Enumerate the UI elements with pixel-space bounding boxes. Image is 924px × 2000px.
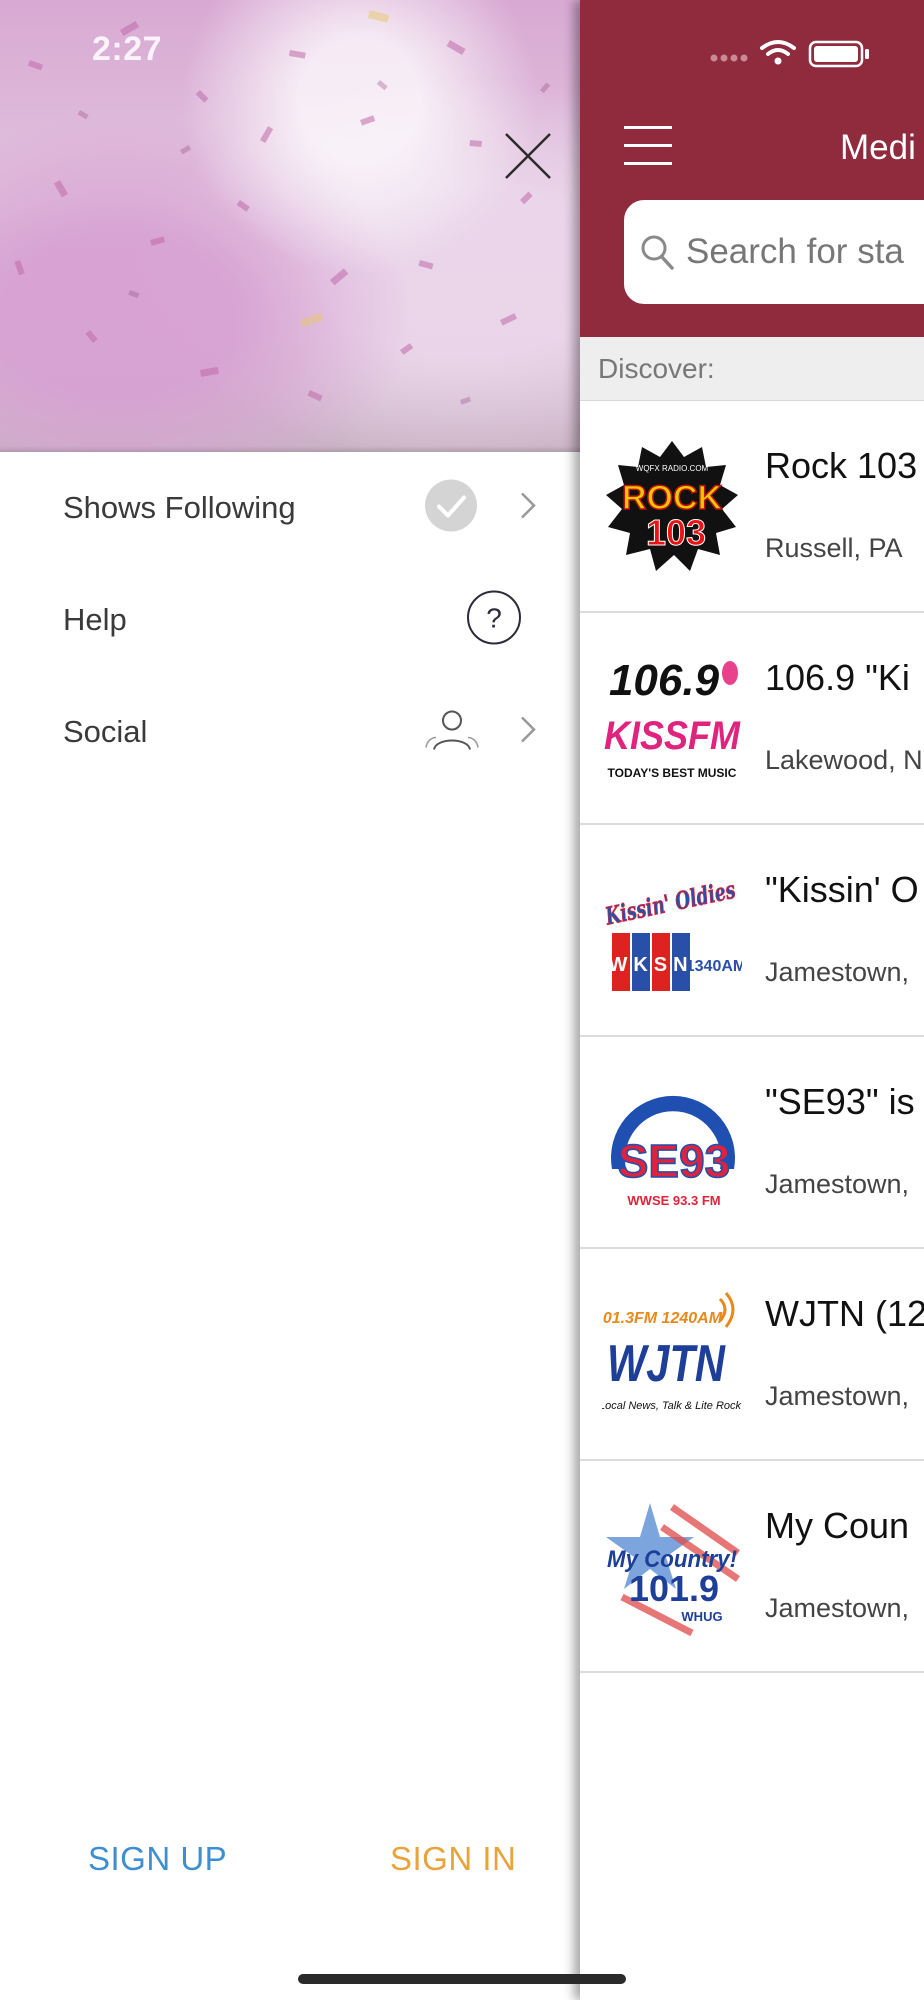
signal-icon: [710, 54, 748, 62]
station-list: WQFX RADIO.COM ROCK 103 Rock 103 Russell…: [580, 401, 924, 1673]
svg-text:KISSFM: KISSFM: [604, 714, 742, 758]
svg-text:Local News, Talk & Lite Rock: Local News, Talk & Lite Rock: [602, 1400, 742, 1412]
station-row[interactable]: WQFX RADIO.COM ROCK 103 Rock 103 Russell…: [580, 401, 924, 613]
menu-item-label: Shows Following: [63, 490, 296, 525]
svg-text:?: ?: [486, 603, 502, 634]
station-location: Jamestown,: [765, 957, 910, 987]
svg-text:101.9: 101.9: [629, 1568, 719, 1609]
station-location: Russell, PA: [765, 533, 903, 563]
auth-buttons: SIGN UP SIGN IN: [0, 1840, 580, 1900]
svg-text:WWSE 93.3 FM: WWSE 93.3 FM: [627, 1193, 720, 1208]
menu-item-help[interactable]: Help ?: [0, 564, 580, 676]
svg-text:103: 103: [646, 512, 706, 553]
search-bar[interactable]: [624, 200, 924, 304]
svg-text:Kissin' Oldies: Kissin' Oldies: [602, 875, 738, 931]
svg-text:WHUG: WHUG: [681, 1609, 722, 1624]
status-time: 2:27: [92, 30, 163, 68]
menu-item-label: Help: [63, 602, 127, 637]
sign-up-button[interactable]: SIGN UP: [88, 1840, 227, 1878]
station-location: Jamestown,: [765, 1381, 910, 1411]
svg-text:1340AM: 1340AM: [686, 958, 742, 975]
app-header: Medi: [580, 0, 924, 337]
battery-icon: [808, 40, 869, 68]
drawer-header-image: 2:27: [0, 0, 580, 452]
station-name: "SE93" is: [765, 1081, 915, 1122]
chevron-right-icon: [520, 716, 536, 749]
search-icon: [641, 235, 674, 270]
wifi-icon: [760, 40, 796, 56]
station-name: Rock 103: [765, 445, 918, 486]
kiss-fm-logo: 106.9 KISSFM TODAY'S BEST MUSIC: [604, 656, 742, 780]
menu-item-label: Social: [63, 714, 148, 749]
station-location: Jamestown,: [765, 1593, 910, 1623]
svg-text:WJTN: WJTN: [607, 1335, 726, 1393]
station-location: Jamestown,: [765, 1169, 910, 1199]
menu-item-social[interactable]: Social: [0, 676, 580, 788]
discover-section-header: Discover:: [580, 337, 924, 401]
station-row[interactable]: 106.9 KISSFM TODAY'S BEST MUSIC 106.9 "K…: [580, 613, 924, 825]
main-panel: Medi Discover: WQFX RADIO.COM ROCK 103 R…: [580, 0, 924, 2000]
svg-text:WKSN: WKSN: [608, 954, 693, 976]
svg-text:SE93: SE93: [618, 1135, 731, 1187]
station-location: Lakewood, N: [765, 745, 923, 775]
search-input[interactable]: [684, 231, 924, 273]
rock-103-logo: WQFX RADIO.COM ROCK 103: [606, 441, 738, 571]
svg-text:106.9: 106.9: [609, 656, 720, 705]
status-bar-icons: [710, 36, 900, 73]
close-drawer-button[interactable]: [496, 124, 560, 188]
drawer-menu: Shows Following Help ? Social: [0, 452, 580, 788]
page-title: Medi: [840, 128, 916, 167]
station-row[interactable]: SE93 WWSE 93.3 FM "SE93" is Jamestown,: [580, 1037, 924, 1249]
home-indicator[interactable]: [298, 1974, 626, 1984]
check-circle-icon: [424, 479, 478, 538]
menu-button[interactable]: [624, 124, 672, 166]
station-row[interactable]: My Country! 101.9 WHUG My Coun Jamestown…: [580, 1461, 924, 1673]
svg-text:101.3FM 1240AM: 101.3FM 1240AM: [602, 1310, 723, 1327]
wjtn-logo: 101.3FM 1240AM WJTN Local News, Talk & L…: [602, 1292, 742, 1412]
station-name: WJTN (12: [765, 1293, 924, 1334]
svg-text:WQFX RADIO.COM: WQFX RADIO.COM: [636, 464, 709, 473]
station-row[interactable]: 101.3FM 1240AM WJTN Local News, Talk & L…: [580, 1249, 924, 1461]
sign-in-button[interactable]: SIGN IN: [390, 1840, 516, 1878]
station-name: "Kissin' O: [765, 869, 919, 910]
close-icon: [505, 133, 551, 179]
se93-logo: SE93 WWSE 93.3 FM: [611, 1095, 735, 1208]
question-circle-icon: ?: [466, 590, 522, 651]
kissin-oldies-logo: Kissin' Oldies WKSN 1340AM: [602, 874, 742, 991]
chevron-right-icon: [520, 492, 536, 525]
station-name: My Coun: [765, 1505, 910, 1546]
side-drawer: 2:27 Shows Following Help ? Social SIGN …: [0, 0, 580, 2000]
svg-text:TODAY'S BEST MUSIC: TODAY'S BEST MUSIC: [608, 766, 737, 780]
station-row[interactable]: Kissin' Oldies WKSN 1340AM "Kissin' O Ja…: [580, 825, 924, 1037]
menu-item-shows-following[interactable]: Shows Following: [0, 452, 580, 564]
people-icon: [424, 708, 480, 757]
my-country-logo: My Country! 101.9 WHUG: [606, 1503, 741, 1637]
confetti-background: [14, 9, 551, 405]
station-name: 106.9 "Ki: [765, 657, 910, 698]
